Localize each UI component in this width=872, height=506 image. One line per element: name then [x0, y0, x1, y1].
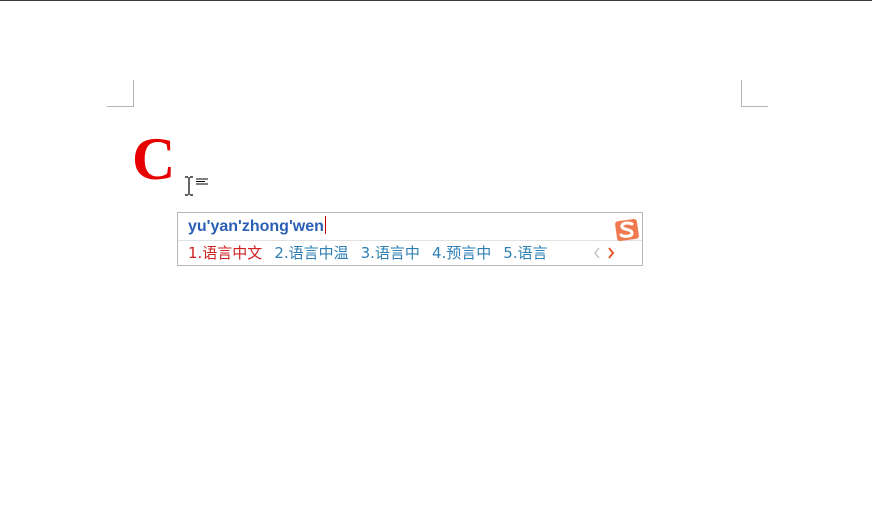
chevron-right-icon[interactable]	[605, 245, 617, 261]
candidate-5[interactable]: 5.语言	[503, 243, 547, 263]
candidate-4[interactable]: 4.预言中	[432, 243, 491, 263]
sogou-logo-icon[interactable]	[612, 215, 642, 243]
chevron-left-icon[interactable]	[591, 245, 603, 261]
candidate-3[interactable]: 3.语言中	[361, 243, 420, 263]
ime-composition-row: yu'yan'zhong'wen	[178, 213, 642, 243]
input-caret	[324, 216, 326, 234]
candidate-1[interactable]: 1.语言中文	[188, 243, 262, 263]
candidate-2[interactable]: 2.语言中温	[274, 243, 348, 263]
window-top-border	[0, 0, 872, 1]
document-page: C yu'yan'zhong'wen 1.语言中文 2.语言中温 3.语言中 4…	[0, 0, 872, 506]
document-text[interactable]: C	[132, 124, 175, 194]
pinyin-composition: yu'yan'zhong'wen	[188, 216, 326, 237]
paragraph-format-icon	[196, 178, 208, 185]
pinyin-text: yu'yan'zhong'wen	[188, 218, 324, 235]
ime-candidate-window: yu'yan'zhong'wen 1.语言中文 2.语言中温 3.语言中 4.预…	[177, 212, 643, 266]
margin-marker-top-right	[741, 80, 768, 107]
candidate-list: 1.语言中文 2.语言中温 3.语言中 4.预言中 5.语言	[188, 242, 560, 264]
text-cursor-icon	[185, 176, 193, 196]
margin-marker-top-left	[107, 80, 134, 107]
